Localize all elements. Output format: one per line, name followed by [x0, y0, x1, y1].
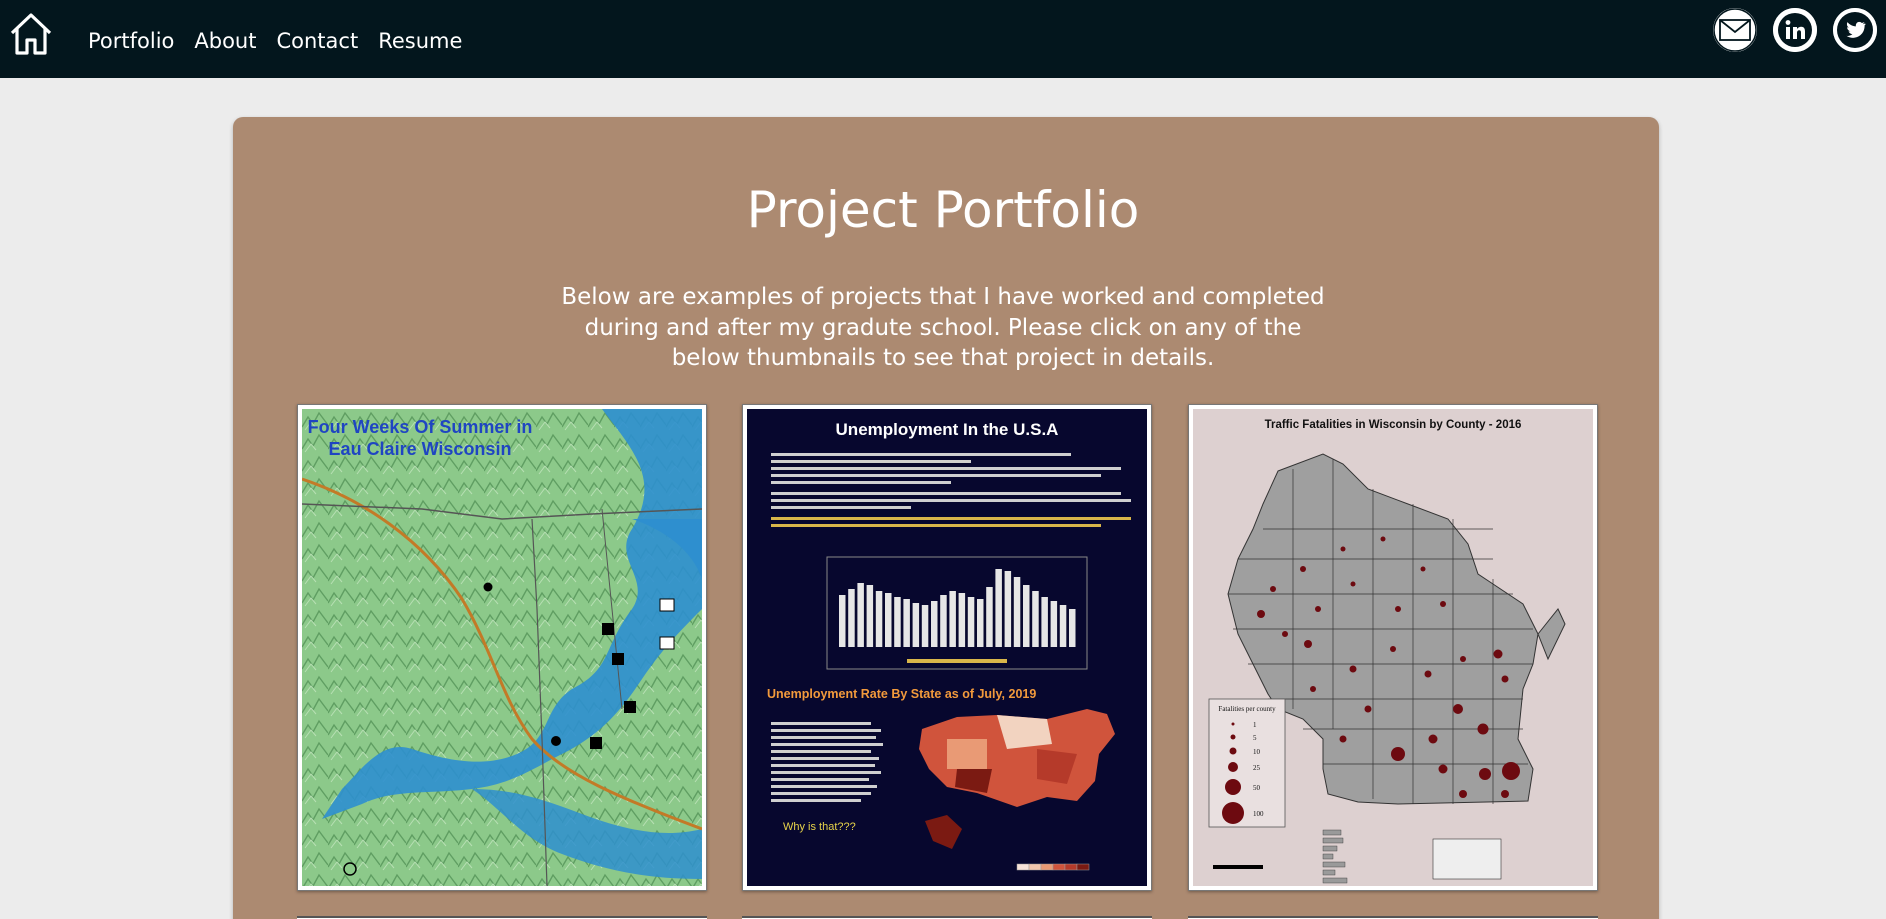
poster-bar [967, 597, 975, 647]
social-links [1713, 8, 1877, 52]
poster-title: Unemployment In the U.S.A [836, 420, 1059, 439]
unemployment-poster-image: Unemployment In the U.S.A Unemployment R… [747, 409, 1147, 886]
legend-value-5: 5 [1253, 734, 1257, 742]
poster-bar [958, 593, 966, 647]
poster-bar [940, 595, 947, 647]
nav-link-contact[interactable]: Contact [276, 27, 358, 55]
poster-bar [921, 605, 929, 647]
page-title: Project Portfolio [746, 181, 1140, 239]
poster-bar [1041, 597, 1048, 647]
poster-bar [848, 589, 855, 647]
map-title-line2: Eau Claire Wisconsin [329, 439, 512, 459]
poster-bar [949, 591, 956, 647]
nav-link-portfolio[interactable]: Portfolio [88, 27, 174, 55]
poster-bar [995, 569, 1002, 647]
poster-bar [903, 599, 910, 647]
poster-bar [1059, 605, 1067, 647]
top-navigation: Portfolio About Contact Resume [0, 0, 1886, 78]
poster-bar [1050, 601, 1058, 647]
project-thumbnail-traffic-fatalities[interactable]: Traffic Fatalities in Wisconsin by Count… [1188, 404, 1598, 891]
poster-subtitle: Unemployment Rate By State as of July, 2… [767, 687, 1036, 701]
poster-bar [839, 595, 846, 647]
wisconsin-map-image: Traffic Fatalities in Wisconsin by Count… [1193, 409, 1593, 886]
twitter-icon[interactable] [1833, 8, 1877, 52]
home-icon[interactable] [8, 11, 54, 57]
main-nav: Portfolio About Contact Resume [88, 27, 462, 55]
legend-value-50: 50 [1253, 784, 1261, 792]
poster-bar [885, 593, 892, 647]
poster-bar [875, 591, 883, 647]
poster-bar [1013, 577, 1021, 647]
eau-claire-map-image: Four Weeks Of Summer in Eau Claire Wisco… [302, 409, 702, 886]
legend-value-25: 25 [1253, 764, 1261, 772]
poster-bar [986, 587, 993, 647]
poster-bar [894, 597, 901, 647]
wisconsin-map-title: Traffic Fatalities in Wisconsin by Count… [1265, 419, 1522, 431]
nav-link-resume[interactable]: Resume [378, 27, 462, 55]
linkedin-icon[interactable] [1773, 8, 1817, 52]
legend-value-10: 10 [1253, 748, 1261, 756]
legend-value-1: 1 [1253, 721, 1257, 729]
poster-bar [977, 599, 984, 647]
intro-text: Below are examples of projects that I ha… [561, 284, 1325, 371]
poster-bar [1004, 571, 1012, 647]
map-title-line1: Four Weeks Of Summer in [308, 417, 533, 437]
poster-bar [866, 585, 874, 647]
legend-title: Fatalities per county [1218, 705, 1276, 713]
poster-question: Why is that??? [783, 821, 856, 833]
poster-bar [857, 583, 864, 647]
poster-bar [1023, 585, 1030, 647]
mail-icon[interactable] [1713, 8, 1757, 52]
poster-bar [1032, 591, 1039, 647]
poster-bar [1069, 609, 1076, 647]
legend-value-100: 100 [1253, 810, 1264, 818]
poster-bar [912, 603, 920, 647]
nav-link-about[interactable]: About [194, 27, 256, 55]
project-thumbnail-eau-claire[interactable]: Four Weeks Of Summer in Eau Claire Wisco… [297, 404, 707, 891]
poster-bar [931, 601, 938, 647]
project-thumbnail-unemployment[interactable]: Unemployment In the U.S.A Unemployment R… [742, 404, 1152, 891]
